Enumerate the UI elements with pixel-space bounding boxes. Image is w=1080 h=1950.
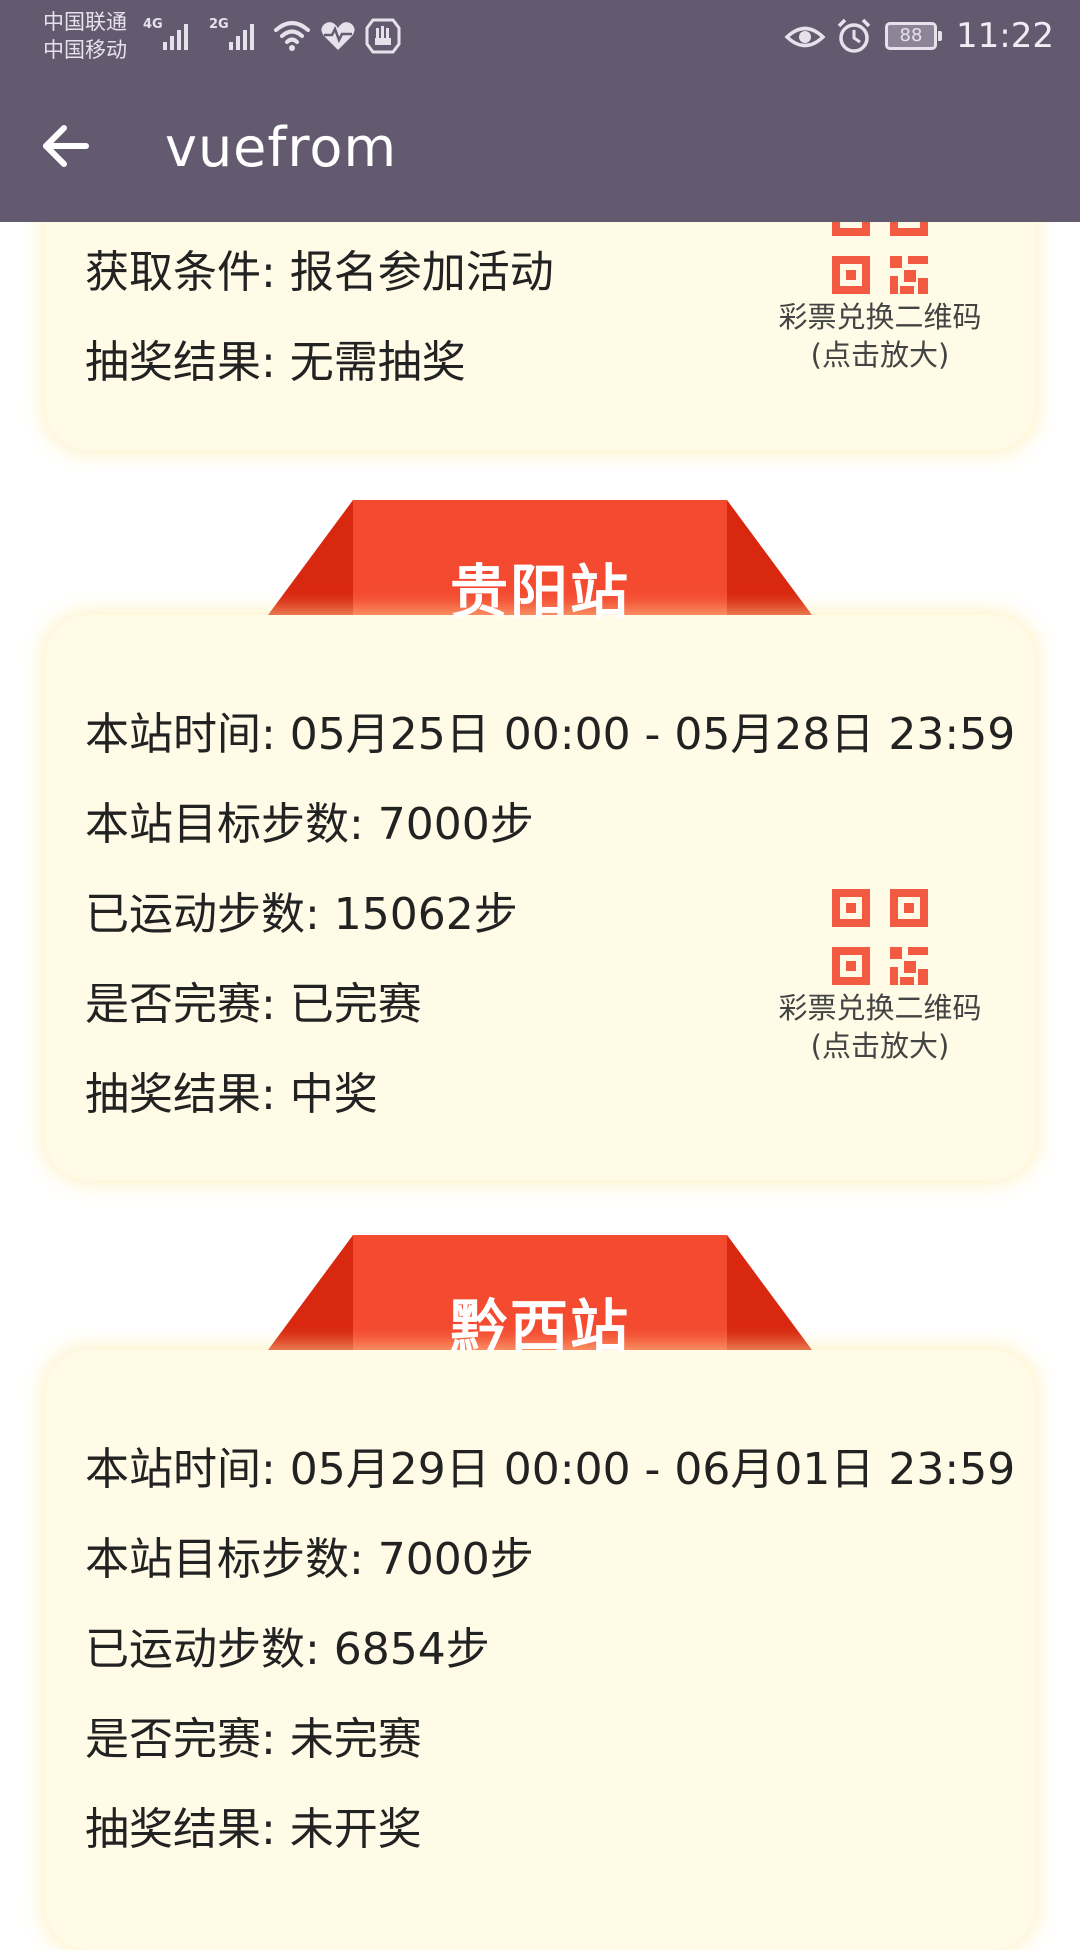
wifi-icon [274, 21, 310, 51]
arrow-left-icon[interactable] [38, 118, 94, 174]
card-row-lottery-result: 抽奖结果: 未开奖 [85, 1804, 422, 1855]
station-title: 贵阳站 [449, 558, 630, 626]
signal-1-icon [163, 20, 188, 50]
card-row-lottery-result: 抽奖结果: 无需抽奖 [85, 337, 466, 388]
station-card: 本站时间: 05月29日 00:00 - 06月01日 23:59 本站目标步数… [45, 1350, 1035, 1950]
qr-code-icon [832, 889, 928, 985]
carrier-info: 中国联通 中国移动 [43, 8, 127, 64]
qr-caption: 彩票兑换二维码 [778, 300, 982, 334]
network-type-1: 4G [143, 17, 163, 32]
app-header: 中国联通 中国移动 4G 2G 88 11:22 vuefrom [0, 0, 1080, 222]
page-title: vuefrom [165, 116, 398, 179]
card-row-walked-steps: 已运动步数: 15062步 [85, 889, 518, 940]
card-row-target-steps: 本站目标步数: 7000步 [85, 799, 534, 850]
card-row-station-time: 本站时间: 05月29日 00:00 - 06月01日 23:59 [85, 1444, 1016, 1495]
alarm-icon [837, 18, 871, 53]
card-row-completed: 是否完赛: 已完赛 [85, 979, 422, 1030]
card-row-lottery-result: 抽奖结果: 中奖 [85, 1069, 378, 1120]
card-row-condition: 获取条件: 报名参加活动 [85, 247, 554, 298]
station-card: 本站时间: 05月25日 00:00 - 05月28日 23:59 本站目标步数… [45, 615, 1035, 1180]
hand-icon [365, 18, 401, 54]
qr-caption-hint: (点击放大) [810, 338, 950, 372]
eye-icon [784, 26, 826, 48]
carrier-2: 中国移动 [43, 38, 127, 62]
network-type-2: 2G [209, 17, 229, 32]
carrier-1: 中国联通 [43, 10, 127, 34]
qr-caption: 彩票兑换二维码 [778, 991, 982, 1025]
heart-icon [321, 22, 355, 50]
battery-icon: 88 [885, 22, 942, 50]
status-clock: 11:22 [956, 16, 1054, 56]
qr-code-button[interactable]: 彩票兑换二维码 (点击放大) [760, 885, 1000, 1065]
station-title: 黔西站 [449, 1293, 630, 1361]
card-row-walked-steps: 已运动步数: 6854步 [85, 1624, 490, 1675]
status-bar: 中国联通 中国移动 4G 2G 88 11:22 [0, 0, 1080, 76]
card-row-target-steps: 本站目标步数: 7000步 [85, 1534, 534, 1585]
card-row-completed: 是否完赛: 未完赛 [85, 1714, 422, 1765]
qr-caption-hint: (点击放大) [810, 1029, 950, 1063]
signal-2-icon [229, 20, 254, 50]
card-row-station-time: 本站时间: 05月25日 00:00 - 05月28日 23:59 [85, 709, 1016, 760]
